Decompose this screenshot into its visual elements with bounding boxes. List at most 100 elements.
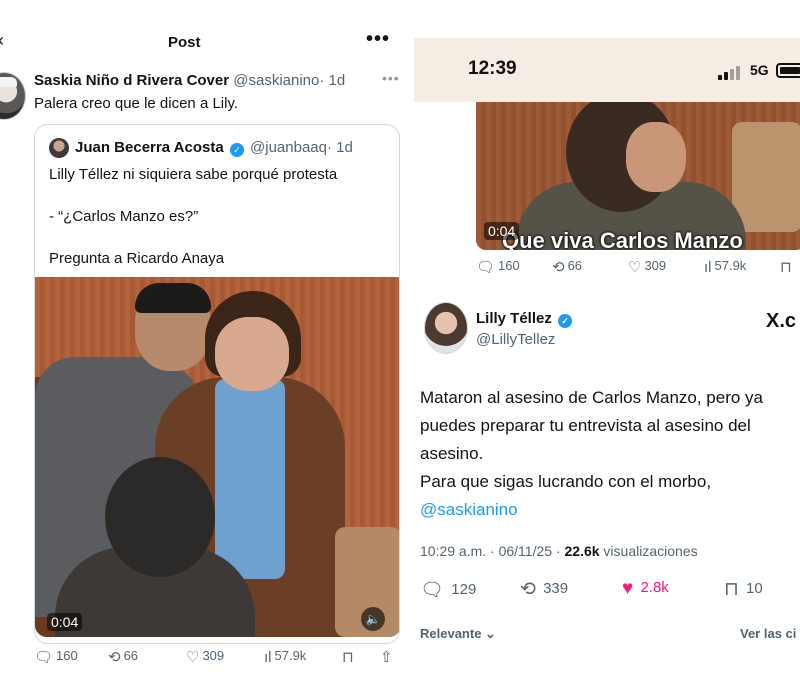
author-name[interactable]: Saskia Niño d Rivera Cover	[34, 72, 229, 89]
repost-count: 66	[567, 258, 583, 273]
post-text-paragraph: Para que sigas lucrando con el morbo,	[420, 472, 712, 491]
quote-author-name: Juan Becerra Acosta	[75, 139, 224, 156]
like-count: 309	[644, 258, 667, 273]
bookmark-icon: ⊓	[724, 579, 739, 600]
views-icon: ıl	[704, 259, 712, 276]
video-figure	[215, 379, 285, 579]
video-caption: Que viva Carlos Manzo	[502, 228, 743, 250]
reply-sort-tabs: Relevante ⌄ Ver las ci	[420, 626, 800, 642]
avatar[interactable]	[0, 72, 26, 120]
mute-icon[interactable]: 🔈	[361, 607, 385, 631]
embedded-video[interactable]: Que viva Carlos Manzo 0:04	[476, 102, 800, 250]
like-count: 2.8k	[640, 579, 669, 596]
repost-count: 339	[543, 580, 569, 597]
reply-button[interactable]: 🗨 129	[420, 578, 476, 602]
bookmark-button[interactable]: ⊓	[780, 258, 795, 276]
tab-see-quotes[interactable]: Ver las ci	[740, 626, 796, 641]
bookmark-icon: ⊓	[342, 649, 354, 666]
views-icon: ıl	[264, 649, 272, 666]
quote-author-handle: @juanbaaq	[250, 139, 327, 156]
reply-button[interactable]: 🗨 160	[476, 258, 520, 276]
video-figure	[626, 122, 686, 192]
video-figure	[732, 122, 800, 232]
like-button[interactable]: ♡ 309	[186, 648, 224, 666]
reply-icon: 🗨	[476, 259, 496, 276]
tweet-time: · 1d	[319, 72, 346, 89]
bookmark-count: 10	[746, 580, 763, 597]
tweet-text: Palera creo que le dicen a Lily.	[34, 95, 239, 112]
heart-filled-icon: ♥	[622, 578, 634, 599]
views-label: visualizaciones	[599, 543, 698, 559]
video-timecode: 0:04	[484, 222, 520, 240]
quote-avatar	[49, 138, 69, 158]
repost-button[interactable]: ⟲ 339	[520, 578, 568, 601]
share-button[interactable]: ⇧	[380, 648, 396, 666]
reply-icon: 🗨	[34, 649, 54, 666]
repost-button[interactable]: ⟲ 66	[108, 648, 138, 666]
mention-link[interactable]: @saskianino	[420, 500, 518, 519]
quote-author-line: Juan Becerra Acosta ✓ @juanbaaq· 1d	[75, 139, 353, 157]
post-header: ‹ Post •••	[0, 28, 410, 64]
avatar[interactable]	[424, 302, 468, 354]
bookmark-button[interactable]: ⊓ 10	[724, 578, 763, 601]
reply-button[interactable]: 🗨 160	[34, 648, 78, 666]
post-timestamp: 10:29 a.m. · 06/11/25 ·	[420, 543, 565, 559]
share-icon: ⇧	[380, 649, 393, 666]
views-button[interactable]: ıl 57.9k	[704, 258, 746, 276]
views-button[interactable]: ıl 57.9k	[264, 648, 306, 666]
quote-time: · 1d	[327, 139, 353, 156]
tweet-actions: 🗨 160 ⟲ 66 ♡ 309 ıl 57.9k ⊓ ⇧	[34, 648, 404, 668]
reply-count: 160	[498, 258, 520, 273]
tab-relevant[interactable]: Relevante ⌄	[420, 626, 496, 641]
left-post-panel: ‹ Post ••• Saskia Niño d Rivera Cover @s…	[0, 0, 410, 675]
network-type: 5G	[750, 62, 769, 78]
more-options-icon[interactable]: •••	[366, 28, 390, 51]
quote-text-line: Lilly Téllez ni siquiera sabe porqué pro…	[49, 166, 338, 183]
right-post-panel: 12:39 5G Que viva Carlos Manzo 0:04 🗨 160…	[414, 0, 800, 675]
repost-icon: ⟲	[520, 579, 536, 600]
like-count: 309	[202, 648, 225, 663]
post-author-line: Lilly Téllez ✓	[476, 310, 574, 328]
quote-video[interactable]: 0:04 🔈	[35, 277, 399, 637]
status-time: 12:39	[468, 58, 517, 79]
post-text: Mataron al asesino de Carlos Manzo, pero…	[420, 384, 792, 524]
video-figure	[105, 457, 215, 577]
post-actions: 🗨 129 ⟲ 339 ♥ 2.8k ⊓ 10	[420, 578, 800, 602]
repost-icon: ⟲	[108, 649, 121, 666]
tweet-more-icon[interactable]: •••	[382, 70, 400, 86]
video-figure	[215, 317, 289, 391]
video-timecode: 0:04	[47, 613, 83, 631]
quoted-tweet[interactable]: Juan Becerra Acosta ✓ @juanbaaq· 1d Lill…	[34, 124, 400, 644]
reply-count: 129	[451, 581, 477, 598]
video-tweet-actions: 🗨 160 ⟲ 66 ♡ 309 ıl 57.9k ⊓	[476, 258, 800, 278]
like-button[interactable]: ♥ 2.8k	[622, 578, 669, 600]
views-count: 57.9k	[274, 648, 307, 663]
quote-text-line: - “¿Carlos Manzo es?”	[49, 208, 199, 225]
repost-button[interactable]: ⟲ 66	[552, 258, 582, 276]
post-meta: 10:29 a.m. · 06/11/25 · 22.6k visualizac…	[420, 543, 698, 559]
tweet-author-line: Saskia Niño d Rivera Cover @saskianino· …	[34, 72, 345, 89]
verified-badge-icon: ✓	[558, 314, 573, 328]
repost-count: 66	[123, 648, 139, 663]
quote-text-line: Pregunta a Ricardo Anaya	[49, 250, 225, 267]
heart-icon: ♡	[186, 649, 200, 666]
views-count: 57.9k	[714, 258, 747, 273]
repost-icon: ⟲	[552, 259, 565, 276]
verified-badge-icon: ✓	[229, 143, 244, 157]
reply-icon: 🗨	[420, 580, 445, 601]
x-logo: X.c	[766, 310, 797, 332]
like-button[interactable]: ♡ 309	[628, 258, 666, 276]
bookmark-icon: ⊓	[780, 259, 792, 276]
reply-count: 160	[56, 648, 78, 663]
phone-status-bar: 12:39 5G	[414, 38, 800, 102]
page-title: Post	[168, 34, 201, 51]
author-name[interactable]: Lilly Téllez	[476, 310, 552, 327]
heart-icon: ♡	[628, 259, 642, 276]
bookmark-button[interactable]: ⊓	[342, 648, 357, 666]
video-figure	[135, 283, 211, 313]
author-handle[interactable]: @saskianino	[233, 72, 319, 89]
author-handle[interactable]: @LillyTellez	[476, 331, 555, 348]
views-count: 22.6k	[564, 543, 600, 559]
signal-icon	[718, 66, 744, 80]
back-arrow-icon[interactable]: ‹	[0, 30, 4, 51]
